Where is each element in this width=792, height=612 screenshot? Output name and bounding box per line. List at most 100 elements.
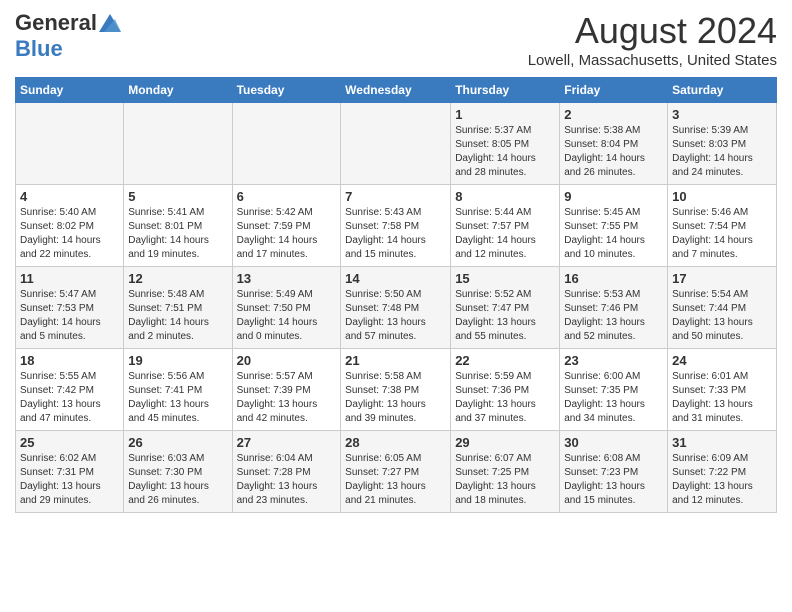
weekday-header-thursday: Thursday	[451, 78, 560, 103]
day-number: 15	[455, 271, 555, 286]
calendar-cell: 9 Sunrise: 5:45 AM Sunset: 7:55 PM Daylig…	[560, 185, 668, 267]
day-info: Sunrise: 5:57 AM Sunset: 7:39 PM Dayligh…	[237, 370, 337, 426]
day-info: Sunrise: 5:59 AM Sunset: 7:36 PM Dayligh…	[455, 370, 555, 426]
day-info: Sunrise: 6:08 AM Sunset: 7:23 PM Dayligh…	[564, 452, 663, 508]
day-info: Sunrise: 6:00 AM Sunset: 7:35 PM Dayligh…	[564, 370, 663, 426]
day-info: Sunrise: 5:49 AM Sunset: 7:50 PM Dayligh…	[237, 288, 337, 344]
day-number: 2	[564, 107, 663, 122]
calendar-cell: 17 Sunrise: 5:54 AM Sunset: 7:44 PM Dayli…	[668, 267, 777, 349]
day-number: 23	[564, 353, 663, 368]
calendar-cell: 30 Sunrise: 6:08 AM Sunset: 7:23 PM Dayli…	[560, 431, 668, 513]
day-number: 24	[672, 353, 772, 368]
logo-blue-text: Blue	[15, 36, 63, 62]
calendar-cell: 16 Sunrise: 5:53 AM Sunset: 7:46 PM Dayli…	[560, 267, 668, 349]
weekday-header-tuesday: Tuesday	[232, 78, 341, 103]
day-number: 18	[20, 353, 119, 368]
day-info: Sunrise: 5:40 AM Sunset: 8:02 PM Dayligh…	[20, 206, 119, 262]
day-number: 8	[455, 189, 555, 204]
calendar-cell: 4Sunrise: 5:40 AM Sunset: 8:02 PM Daylig…	[16, 185, 124, 267]
day-info: Sunrise: 6:04 AM Sunset: 7:28 PM Dayligh…	[237, 452, 337, 508]
calendar-cell: 26 Sunrise: 6:03 AM Sunset: 7:30 PM Dayli…	[124, 431, 232, 513]
day-info: Sunrise: 5:42 AM Sunset: 7:59 PM Dayligh…	[237, 206, 337, 262]
header: General Blue August 2024 Lowell, Massach…	[15, 10, 777, 69]
weekday-header-row: SundayMondayTuesdayWednesdayThursdayFrid…	[16, 78, 777, 103]
calendar-week-1: 1Sunrise: 5:37 AM Sunset: 8:05 PM Daylig…	[16, 103, 777, 185]
day-info: Sunrise: 5:43 AM Sunset: 7:58 PM Dayligh…	[345, 206, 446, 262]
calendar-cell: 5 Sunrise: 5:41 AM Sunset: 8:01 PM Daylig…	[124, 185, 232, 267]
day-number: 26	[128, 435, 227, 450]
calendar-cell: 19 Sunrise: 5:56 AM Sunset: 7:41 PM Dayli…	[124, 349, 232, 431]
weekday-header-saturday: Saturday	[668, 78, 777, 103]
day-info: Sunrise: 5:39 AM Sunset: 8:03 PM Dayligh…	[672, 124, 772, 180]
calendar-cell: 18 Sunrise: 5:55 AM Sunset: 7:42 PM Dayli…	[16, 349, 124, 431]
calendar-cell	[124, 103, 232, 185]
day-number: 11	[20, 271, 119, 286]
day-number: 25	[20, 435, 119, 450]
day-number: 19	[128, 353, 227, 368]
day-number: 7	[345, 189, 446, 204]
day-number: 17	[672, 271, 772, 286]
day-info: Sunrise: 5:58 AM Sunset: 7:38 PM Dayligh…	[345, 370, 446, 426]
day-info: Sunrise: 6:01 AM Sunset: 7:33 PM Dayligh…	[672, 370, 772, 426]
day-number: 22	[455, 353, 555, 368]
day-info: Sunrise: 6:07 AM Sunset: 7:25 PM Dayligh…	[455, 452, 555, 508]
calendar-cell: 24 Sunrise: 6:01 AM Sunset: 7:33 PM Dayli…	[668, 349, 777, 431]
weekday-header-wednesday: Wednesday	[341, 78, 451, 103]
calendar-cell: 21Sunrise: 5:58 AM Sunset: 7:38 PM Dayli…	[341, 349, 451, 431]
day-info: Sunrise: 5:50 AM Sunset: 7:48 PM Dayligh…	[345, 288, 446, 344]
day-info: Sunrise: 5:45 AM Sunset: 7:55 PM Dayligh…	[564, 206, 663, 262]
day-number: 13	[237, 271, 337, 286]
calendar-cell	[232, 103, 341, 185]
calendar-cell: 23 Sunrise: 6:00 AM Sunset: 7:35 PM Dayli…	[560, 349, 668, 431]
calendar-cell: 11 Sunrise: 5:47 AM Sunset: 7:53 PM Dayli…	[16, 267, 124, 349]
day-info: Sunrise: 5:52 AM Sunset: 7:47 PM Dayligh…	[455, 288, 555, 344]
day-info: Sunrise: 5:38 AM Sunset: 8:04 PM Dayligh…	[564, 124, 663, 180]
calendar-table: SundayMondayTuesdayWednesdayThursdayFrid…	[15, 77, 777, 513]
calendar-cell: 8Sunrise: 5:44 AM Sunset: 7:57 PM Daylig…	[451, 185, 560, 267]
logo: General Blue	[15, 10, 121, 62]
day-info: Sunrise: 5:55 AM Sunset: 7:42 PM Dayligh…	[20, 370, 119, 426]
calendar-week-3: 11 Sunrise: 5:47 AM Sunset: 7:53 PM Dayli…	[16, 267, 777, 349]
day-number: 31	[672, 435, 772, 450]
location-subtitle: Lowell, Massachusetts, United States	[528, 52, 777, 69]
day-number: 27	[237, 435, 337, 450]
weekday-header-friday: Friday	[560, 78, 668, 103]
day-info: Sunrise: 6:03 AM Sunset: 7:30 PM Dayligh…	[128, 452, 227, 508]
title-area: August 2024 Lowell, Massachusetts, Unite…	[528, 10, 777, 69]
day-number: 5	[128, 189, 227, 204]
calendar-cell: 6 Sunrise: 5:42 AM Sunset: 7:59 PM Daylig…	[232, 185, 341, 267]
day-number: 30	[564, 435, 663, 450]
calendar-cell: 7 Sunrise: 5:43 AM Sunset: 7:58 PM Daylig…	[341, 185, 451, 267]
day-info: Sunrise: 5:48 AM Sunset: 7:51 PM Dayligh…	[128, 288, 227, 344]
calendar-cell: 2 Sunrise: 5:38 AM Sunset: 8:04 PM Daylig…	[560, 103, 668, 185]
calendar-cell: 22 Sunrise: 5:59 AM Sunset: 7:36 PM Dayli…	[451, 349, 560, 431]
calendar-week-5: 25 Sunrise: 6:02 AM Sunset: 7:31 PM Dayli…	[16, 431, 777, 513]
calendar-cell	[341, 103, 451, 185]
weekday-header-sunday: Sunday	[16, 78, 124, 103]
day-number: 9	[564, 189, 663, 204]
day-info: Sunrise: 6:02 AM Sunset: 7:31 PM Dayligh…	[20, 452, 119, 508]
day-info: Sunrise: 6:05 AM Sunset: 7:27 PM Dayligh…	[345, 452, 446, 508]
day-number: 14	[345, 271, 446, 286]
day-info: Sunrise: 5:46 AM Sunset: 7:54 PM Dayligh…	[672, 206, 772, 262]
day-info: Sunrise: 5:53 AM Sunset: 7:46 PM Dayligh…	[564, 288, 663, 344]
day-info: Sunrise: 5:54 AM Sunset: 7:44 PM Dayligh…	[672, 288, 772, 344]
day-info: Sunrise: 5:41 AM Sunset: 8:01 PM Dayligh…	[128, 206, 227, 262]
day-info: Sunrise: 6:09 AM Sunset: 7:22 PM Dayligh…	[672, 452, 772, 508]
day-number: 3	[672, 107, 772, 122]
logo-icon	[99, 14, 121, 32]
day-number: 20	[237, 353, 337, 368]
calendar-cell: 1Sunrise: 5:37 AM Sunset: 8:05 PM Daylig…	[451, 103, 560, 185]
calendar-cell: 15 Sunrise: 5:52 AM Sunset: 7:47 PM Dayli…	[451, 267, 560, 349]
day-number: 16	[564, 271, 663, 286]
calendar-cell: 25 Sunrise: 6:02 AM Sunset: 7:31 PM Dayli…	[16, 431, 124, 513]
day-info: Sunrise: 5:56 AM Sunset: 7:41 PM Dayligh…	[128, 370, 227, 426]
calendar-cell: 14 Sunrise: 5:50 AM Sunset: 7:48 PM Dayli…	[341, 267, 451, 349]
calendar-cell: 12Sunrise: 5:48 AM Sunset: 7:51 PM Dayli…	[124, 267, 232, 349]
month-year-title: August 2024	[528, 10, 777, 52]
day-info: Sunrise: 5:47 AM Sunset: 7:53 PM Dayligh…	[20, 288, 119, 344]
day-number: 10	[672, 189, 772, 204]
weekday-header-monday: Monday	[124, 78, 232, 103]
day-number: 6	[237, 189, 337, 204]
calendar-cell: 29Sunrise: 6:07 AM Sunset: 7:25 PM Dayli…	[451, 431, 560, 513]
